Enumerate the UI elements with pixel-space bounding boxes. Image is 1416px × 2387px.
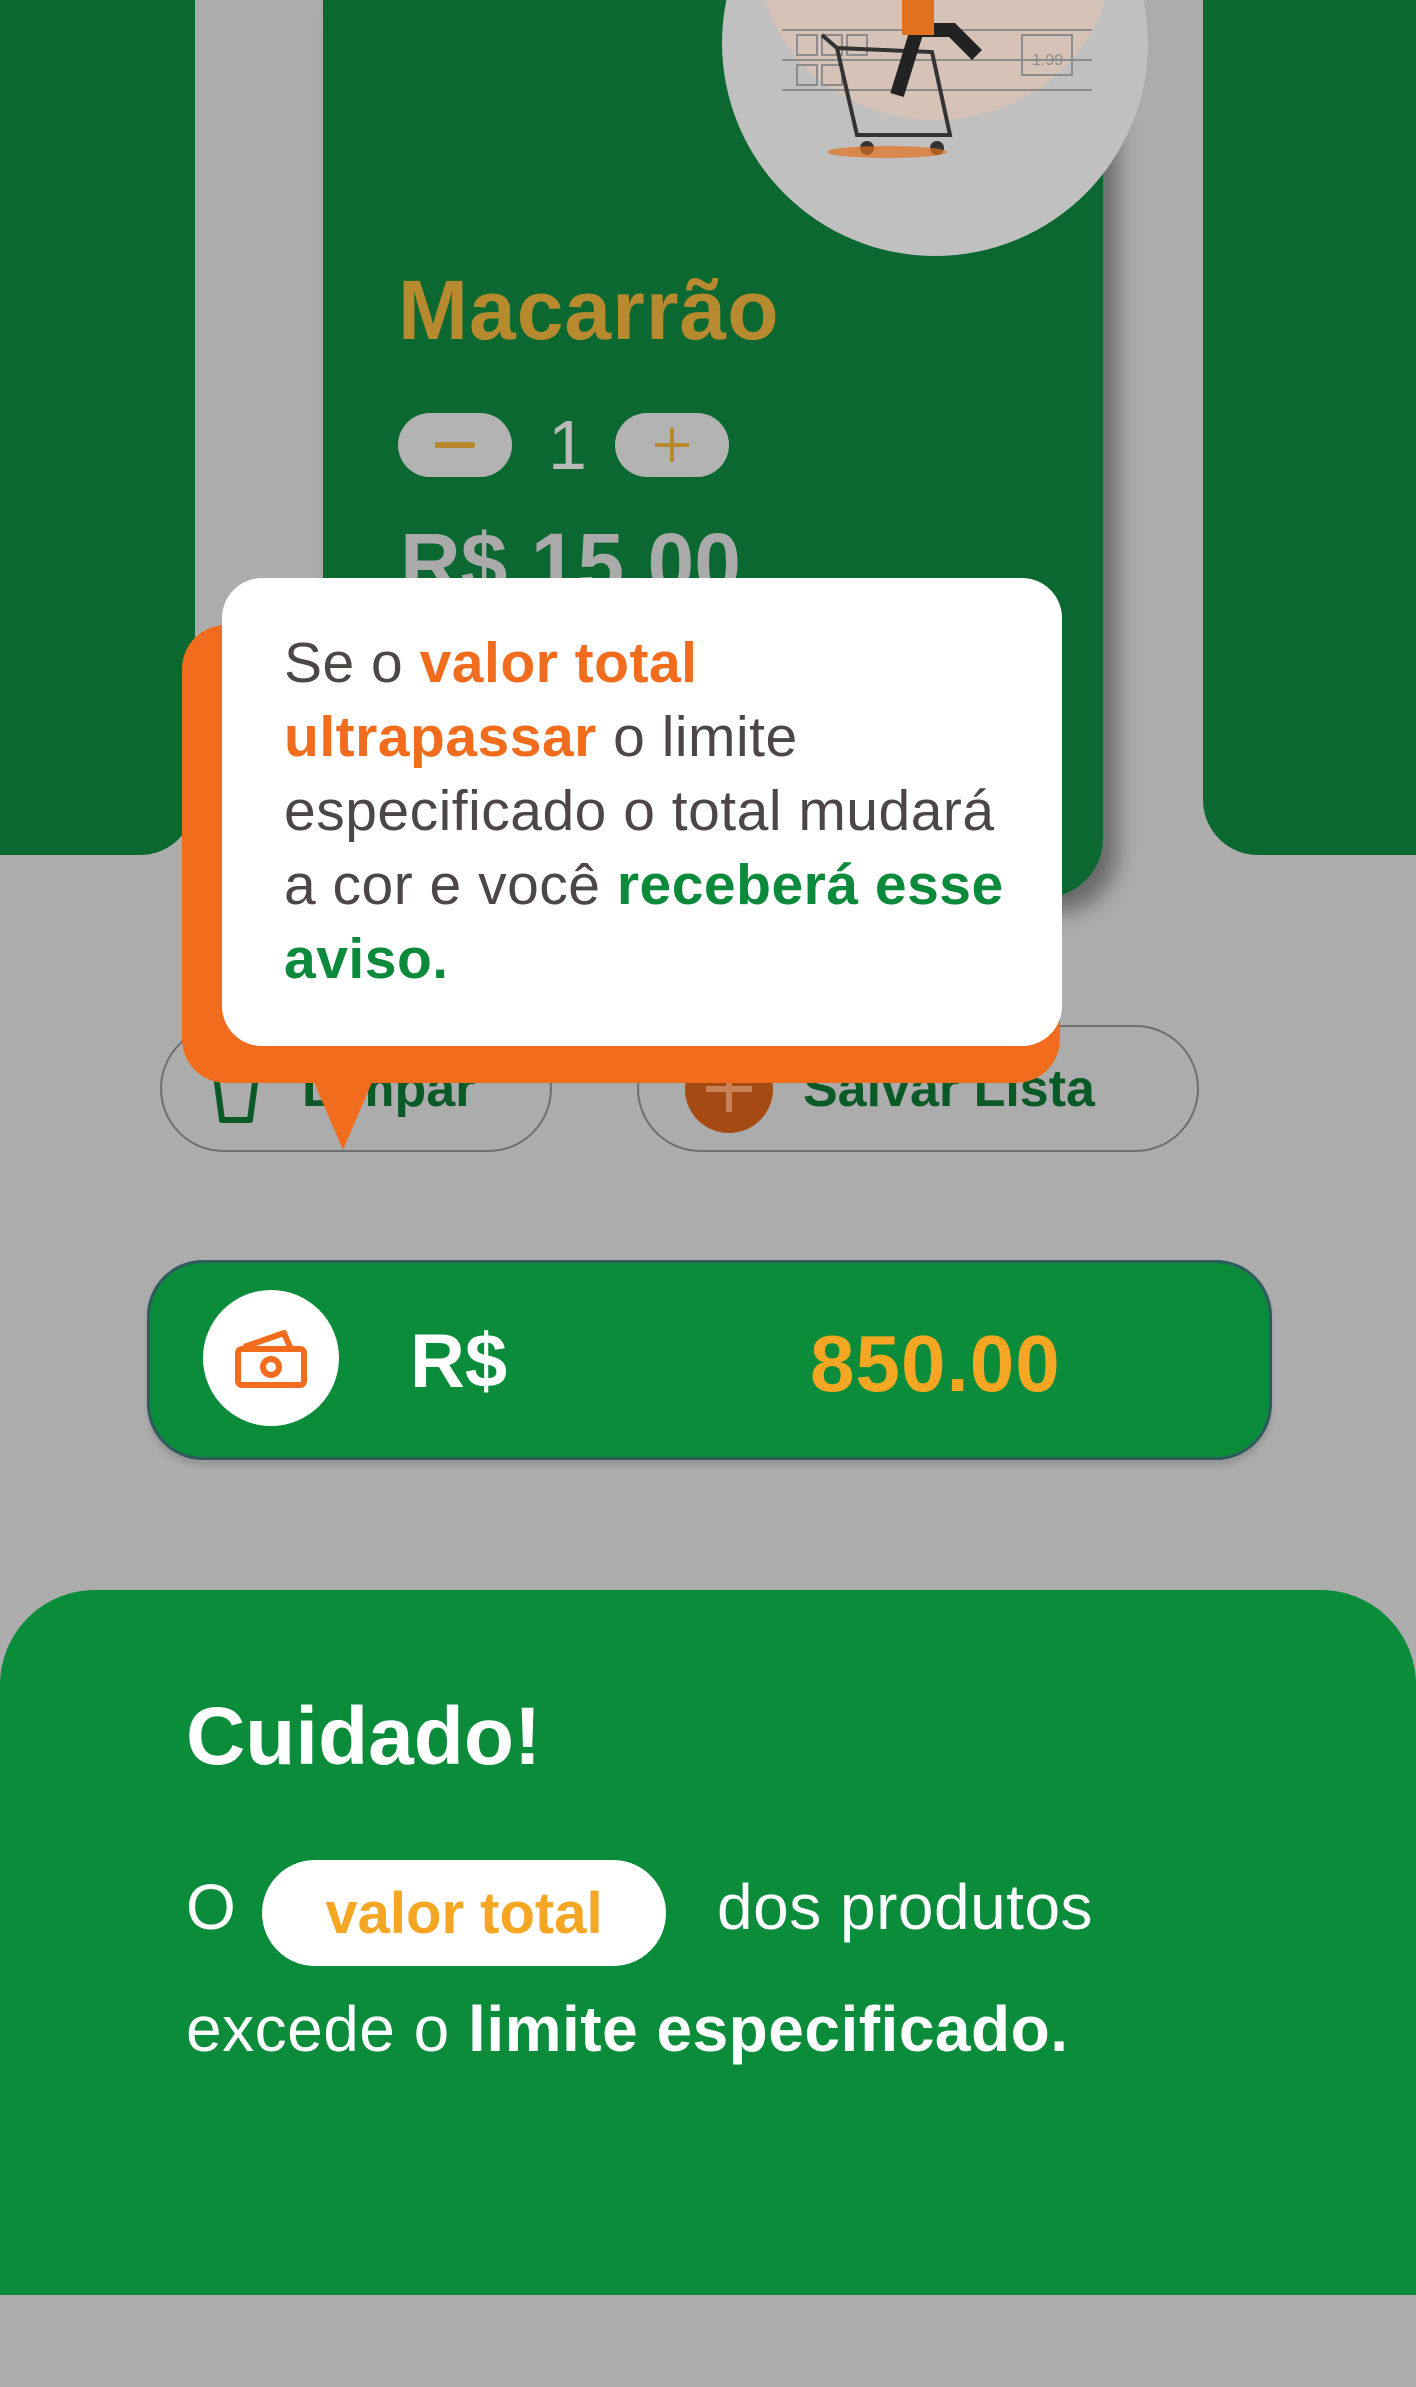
bottom-bar <box>0 2295 1416 2387</box>
warning-text-bold: limite especificado. <box>468 1993 1069 2065</box>
money-icon-badge <box>203 1290 339 1426</box>
plus-icon <box>655 428 689 462</box>
total-value-badge: valor total <box>262 1860 666 1966</box>
total-value: 850.00 <box>810 1319 1061 1408</box>
increase-quantity-button[interactable] <box>615 413 729 477</box>
money-icon <box>235 1330 307 1388</box>
decrease-quantity-button[interactable] <box>398 413 512 477</box>
warning-text-normal: excede o <box>186 1993 469 2065</box>
tooltip-text-part1: Se o <box>284 631 420 695</box>
total-value-badge-label: valor total <box>325 1880 603 1946</box>
tooltip-pointer <box>313 1080 373 1150</box>
warning-text-line2: excede o limite especificado. <box>186 1992 1068 2066</box>
tooltip-text: Se o valor total ultrapassar o limite es… <box>284 626 1006 996</box>
product-name: Macarrão <box>398 263 780 357</box>
side-panel-left <box>0 0 195 855</box>
quantity-value: 1 <box>548 406 587 484</box>
total-currency: R$ <box>410 1319 508 1404</box>
side-panel-right <box>1203 0 1416 855</box>
warning-prefix: O <box>186 1871 237 1943</box>
help-tooltip: Se o valor total ultrapassar o limite es… <box>222 578 1062 1046</box>
warning-title: Cuidado! <box>186 1691 542 1782</box>
svg-text:1.99: 1.99 <box>1032 52 1063 69</box>
warning-text-rest: dos produtos <box>717 1871 1094 1943</box>
minus-icon <box>435 442 475 448</box>
